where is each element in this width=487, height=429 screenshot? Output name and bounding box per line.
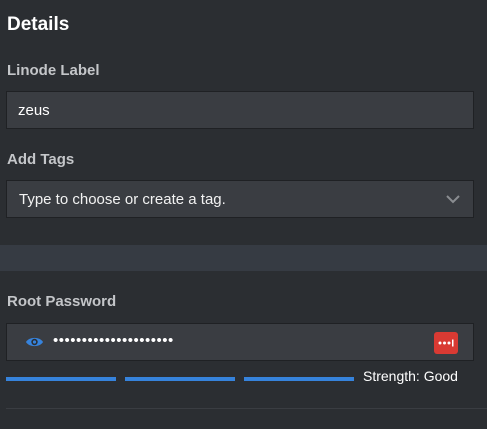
root-password-section: Root Password ••••••••••••••••••••• Stre…	[0, 271, 487, 429]
linode-label-value: zeus	[18, 101, 50, 119]
linode-create-form: Details Linode Label zeus Add Tags Type …	[0, 0, 487, 429]
eye-icon[interactable]	[25, 334, 44, 350]
tags-select[interactable]: Type to choose or create a tag.	[6, 180, 474, 218]
root-password-caption: Root Password	[7, 293, 117, 310]
linode-label-input[interactable]: zeus	[6, 91, 474, 129]
password-manager-icon[interactable]	[434, 332, 458, 354]
section-title: Details	[7, 14, 70, 35]
password-masked-value: •••••••••••••••••••••	[53, 332, 174, 349]
details-section: Details Linode Label zeus Add Tags Type …	[0, 0, 487, 245]
strength-bar-segment	[125, 377, 235, 381]
strength-bar-segment	[244, 377, 354, 381]
chevron-down-icon[interactable]	[446, 192, 460, 206]
strength-bar-segment	[6, 377, 116, 381]
add-tags-caption: Add Tags	[7, 151, 75, 168]
section-divider	[0, 245, 487, 271]
linode-label-caption: Linode Label	[7, 62, 100, 79]
root-password-input[interactable]: •••••••••••••••••••••	[6, 323, 474, 361]
password-strength-label: Strength: Good	[363, 368, 458, 384]
section-bottom-divider	[6, 408, 487, 409]
tags-placeholder: Type to choose or create a tag.	[19, 190, 226, 208]
password-manager-dots-icon	[438, 339, 454, 347]
